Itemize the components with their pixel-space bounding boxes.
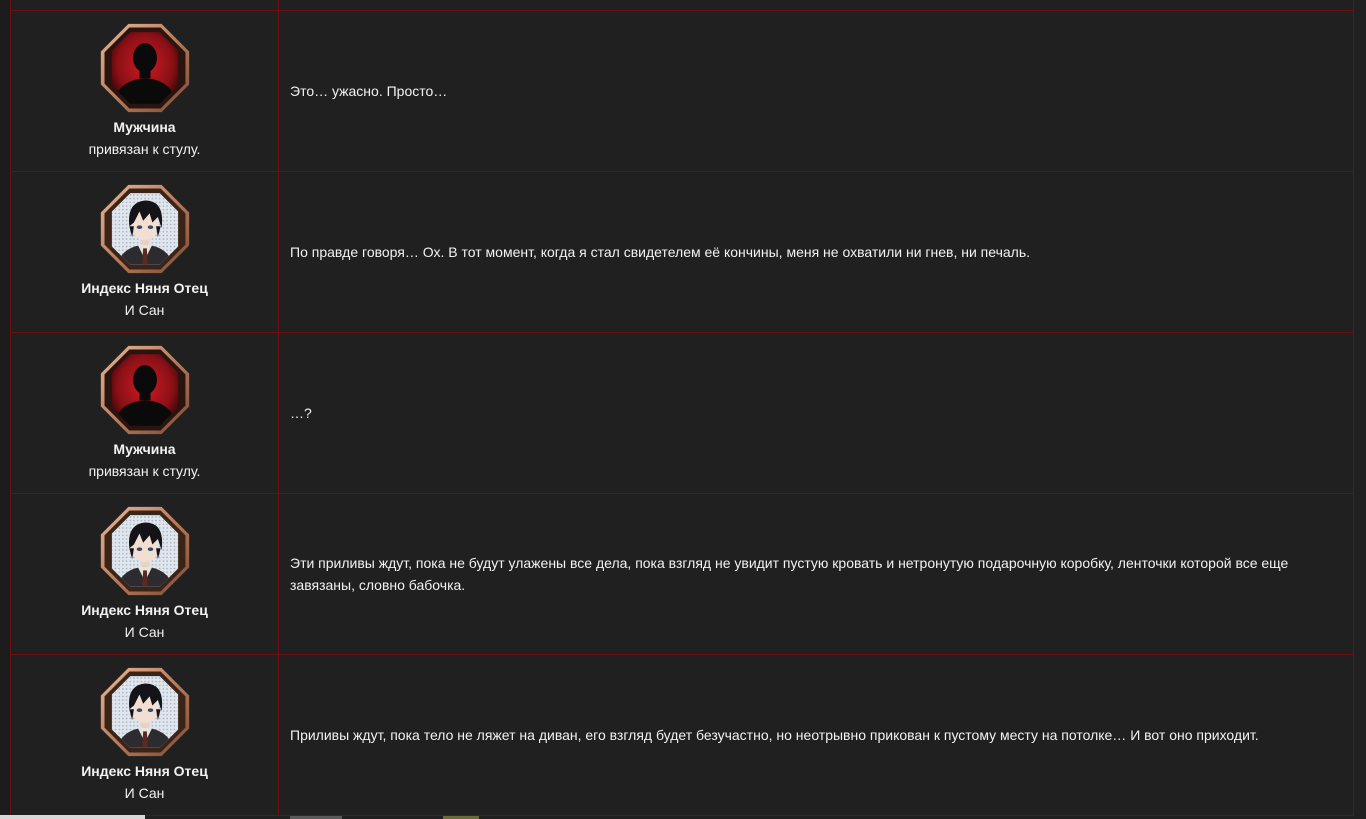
speaker-name: Индекс Няня Отец [81, 280, 208, 296]
speaker-cell: Индекс Няня Отец И Сан [10, 171, 279, 333]
speaker-subtitle: И Сан [124, 624, 165, 640]
line-cell: …? [278, 332, 1354, 494]
character-portrait-icon [99, 183, 191, 275]
line-cell: Приливы ждут, пока тело не ляжет на дива… [278, 654, 1354, 816]
dialogue-row: Индекс Няня Отец И Сан Эти приливы ждут,… [10, 493, 1354, 655]
dialogue-row: Мужчина привязан к стулу. Это… ужасно. П… [10, 10, 1354, 172]
character-portrait-icon [99, 666, 191, 758]
dialogue-row: Мужчина привязан к стулу. …? [10, 332, 1354, 494]
left-gutter [0, 0, 10, 819]
bottom-bar [0, 815, 145, 819]
speaker-subtitle: И Сан [124, 785, 165, 801]
partial-previous-row [10, 0, 1354, 11]
dialogue-text: Это… ужасно. Просто… [290, 83, 448, 99]
dialogue-text: Эти приливы ждут, пока не будут улажены … [290, 555, 1289, 593]
character-portrait-icon [99, 505, 191, 597]
dialogue-text: По правде говоря… Ох. В тот момент, когд… [290, 244, 1031, 260]
speaker-cell: Мужчина привязан к стулу. [10, 10, 279, 172]
silhouette-icon [99, 344, 191, 436]
speaker-cell: Мужчина привязан к стулу. [10, 332, 279, 494]
silhouette-icon [99, 22, 191, 114]
partial-text-cell [278, 0, 1354, 11]
dialogue-table: Мужчина привязан к стулу. Это… ужасно. П… [10, 0, 1354, 816]
dialogue-row: Индекс Няня Отец И Сан Приливы ждут, пок… [10, 654, 1354, 816]
speaker-name: Мужчина [113, 119, 176, 135]
speaker-subtitle: привязан к стулу. [88, 141, 201, 157]
speaker-subtitle: привязан к стулу. [88, 463, 201, 479]
line-cell: Эти приливы ждут, пока не будут улажены … [278, 493, 1354, 655]
partial-speaker-cell [10, 0, 279, 11]
speaker-subtitle: И Сан [124, 302, 165, 318]
line-cell: По правде говоря… Ох. В тот момент, когд… [278, 171, 1354, 333]
speaker-name: Мужчина [113, 441, 176, 457]
speaker-cell: Индекс Няня Отец И Сан [10, 654, 279, 816]
speaker-cell: Индекс Няня Отец И Сан [10, 493, 279, 655]
dialogue-text: …? [290, 405, 312, 421]
speaker-name: Индекс Няня Отец [81, 602, 208, 618]
dialogue-row: Индекс Няня Отец И Сан По правде говоря…… [10, 171, 1354, 333]
page: Мужчина привязан к стулу. Это… ужасно. П… [0, 0, 1366, 819]
line-cell: Это… ужасно. Просто… [278, 10, 1354, 172]
speaker-name: Индекс Няня Отец [81, 763, 208, 779]
dialogue-text: Приливы ждут, пока тело не ляжет на дива… [290, 727, 1259, 743]
